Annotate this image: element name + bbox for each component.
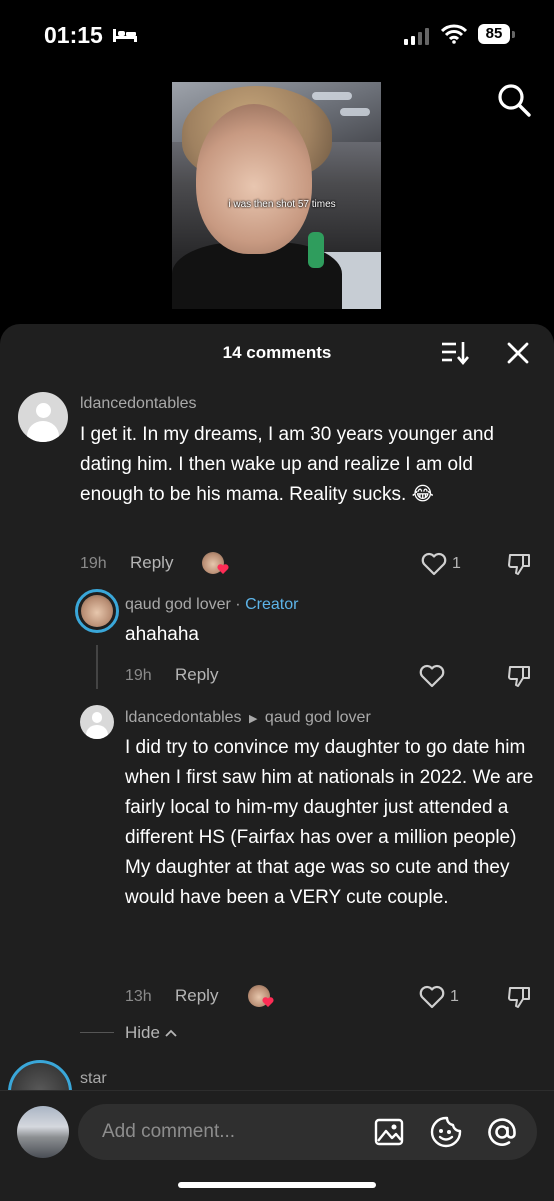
comment-text: I get it. In my dreams, I am 30 years yo… (80, 424, 494, 505)
creator-avatar-face (81, 595, 113, 627)
comments-count-title: 14 comments (222, 343, 332, 362)
image-icon[interactable] (372, 1115, 406, 1149)
hide-replies-button[interactable]: Hide (125, 1023, 177, 1043)
chevron-up-icon (165, 1029, 177, 1037)
heart-icon[interactable] (419, 985, 445, 1009)
comment-text: ahahaha (125, 624, 199, 645)
status-bar: 01:15 85 (0, 0, 554, 70)
creator-username-line: qaud god lover · Creator (125, 596, 298, 614)
status-time: 01:15 (44, 22, 103, 48)
dislike-icon[interactable] (506, 984, 532, 1010)
avatar[interactable] (18, 392, 68, 442)
separator: · (230, 596, 246, 613)
signal-icon (404, 27, 429, 45)
comment-age: 13h (125, 988, 152, 1005)
hide-label: Hide (125, 1023, 160, 1042)
mention-icon[interactable] (485, 1115, 519, 1149)
reply-arrow-icon: ▶ (249, 713, 258, 725)
sort-icon[interactable] (440, 340, 470, 366)
heart-badge-icon (262, 997, 274, 1007)
creator-badge: Creator (245, 596, 299, 613)
reply-username-line: ldancedontables ▶ qaud god lover (125, 709, 371, 727)
thread-line (96, 645, 98, 689)
replied-to-username[interactable]: qaud god lover (265, 709, 371, 726)
comment-username[interactable]: ldancedontables (125, 709, 242, 726)
comment-age: 19h (125, 667, 152, 684)
video-light (340, 108, 370, 116)
like-count: 1 (450, 988, 459, 1005)
comment-username[interactable]: qaud god lover (125, 596, 231, 613)
dislike-icon[interactable] (506, 551, 532, 577)
battery-indicator: 85 (478, 24, 510, 44)
emoji-icon[interactable] (429, 1115, 463, 1149)
my-avatar (17, 1106, 69, 1158)
comment-input[interactable] (78, 1104, 537, 1160)
heart-icon[interactable] (419, 664, 445, 688)
hide-divider (80, 1032, 114, 1033)
reply-button[interactable]: Reply (175, 665, 218, 685)
wifi-icon (441, 24, 467, 44)
video-background-person (308, 232, 324, 268)
comment-text: I did try to convince my daughter to go … (125, 737, 534, 908)
search-icon[interactable] (496, 82, 532, 118)
video-caption: i was then shot 57 times (228, 199, 336, 210)
close-icon[interactable] (505, 340, 531, 366)
dislike-icon[interactable] (506, 663, 532, 689)
reply-button[interactable]: Reply (175, 986, 218, 1006)
video-face (196, 104, 312, 254)
battery-tip (512, 31, 515, 38)
comment-username[interactable]: ldancedontables (80, 395, 197, 413)
home-indicator (178, 1182, 376, 1188)
comment-username[interactable]: star (80, 1070, 107, 1088)
heart-icon[interactable] (421, 552, 447, 576)
creator-avatar[interactable] (75, 589, 119, 633)
comment-age: 19h (80, 555, 107, 572)
video-light (312, 92, 352, 100)
video-thumbnail[interactable]: i was then shot 57 times (172, 82, 381, 309)
heart-badge-icon (217, 564, 229, 574)
sleep-focus-icon (113, 29, 137, 42)
like-count: 1 (452, 555, 461, 572)
avatar[interactable] (80, 705, 114, 739)
reply-button[interactable]: Reply (130, 553, 173, 573)
